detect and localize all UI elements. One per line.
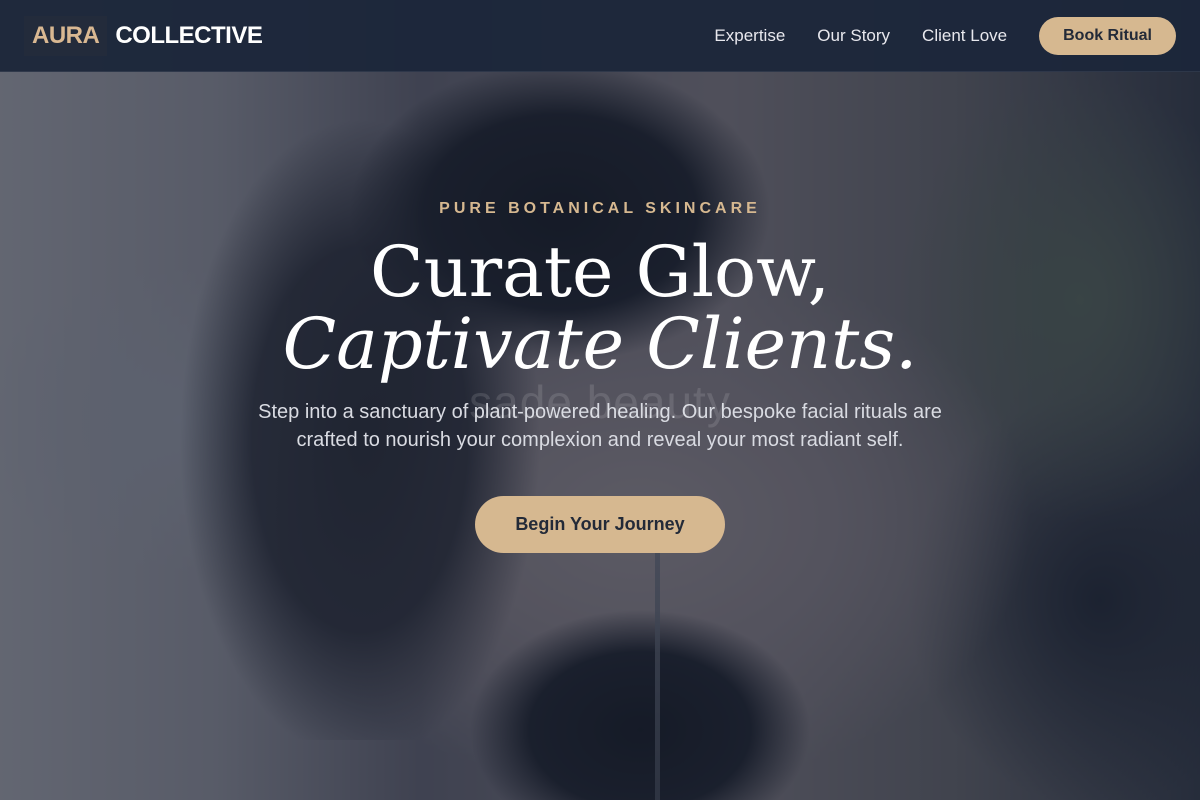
nav-link-our-story[interactable]: Our Story bbox=[817, 26, 890, 46]
logo-collective: COLLECTIVE bbox=[115, 21, 263, 49]
site-header: AURA COLLECTIVE Expertise Our Story Clie… bbox=[0, 0, 1200, 72]
main-nav: Expertise Our Story Client Love Book Rit… bbox=[714, 16, 1176, 55]
begin-journey-button[interactable]: Begin Your Journey bbox=[475, 496, 725, 553]
hero-watermark: sade beauty bbox=[469, 376, 731, 428]
logo-aura: AURA bbox=[24, 15, 108, 56]
landing-page: AURA COLLECTIVE Expertise Our Story Clie… bbox=[0, 0, 1200, 800]
hero-section: sade beauty PURE BOTANICAL SKINCARE Cura… bbox=[0, 200, 1200, 553]
hero-headline: Curate Glow, Captivate Clients. bbox=[0, 236, 1200, 380]
hero-eyebrow: PURE BOTANICAL SKINCARE bbox=[439, 200, 761, 217]
nav-link-client-love[interactable]: Client Love bbox=[922, 26, 1007, 46]
hero-headline-line1: Curate Glow, bbox=[370, 231, 830, 313]
hero-headline-line2: Captivate Clients. bbox=[282, 303, 918, 385]
book-ritual-button[interactable]: Book Ritual bbox=[1039, 16, 1176, 55]
nav-link-expertise[interactable]: Expertise bbox=[714, 26, 785, 46]
site-logo[interactable]: AURA COLLECTIVE bbox=[24, 15, 263, 56]
